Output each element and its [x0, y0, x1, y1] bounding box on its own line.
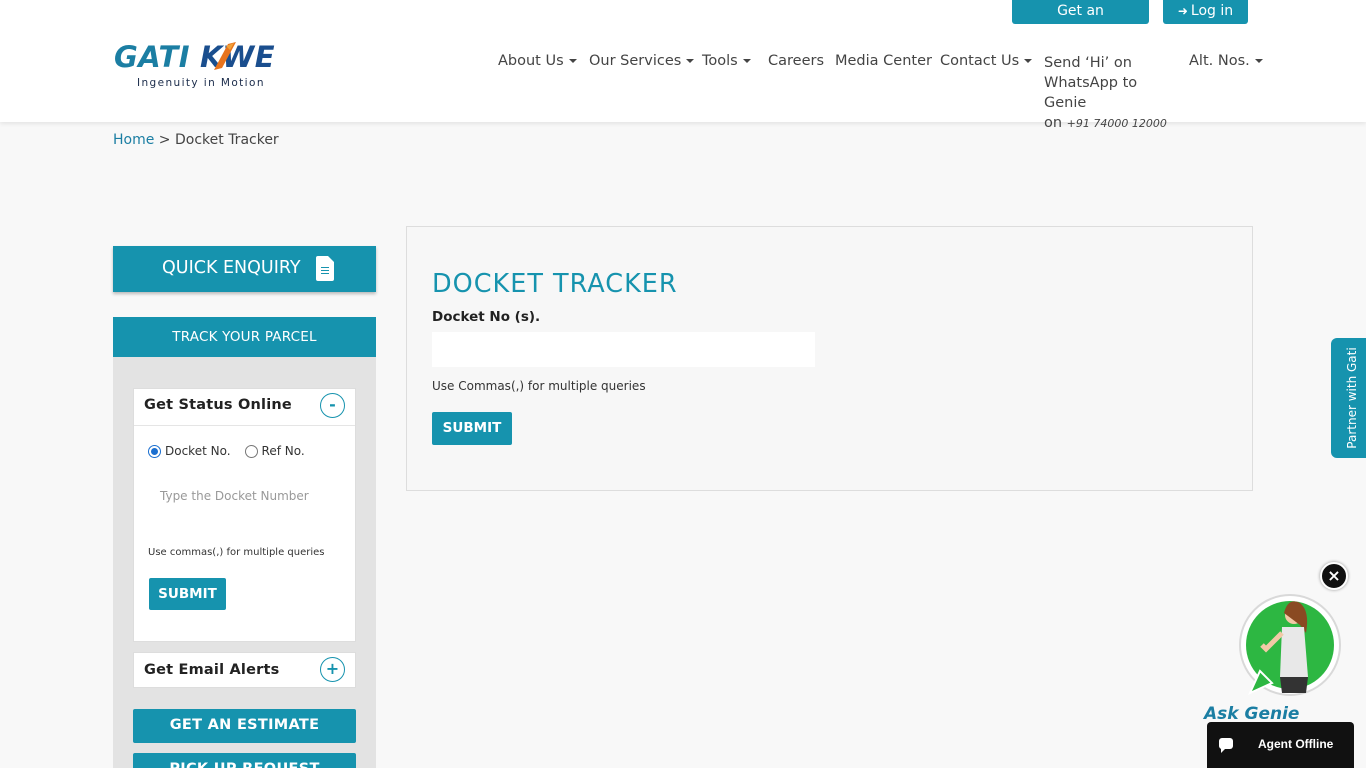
quick-enquiry-button[interactable]: QUICK ENQUIRY: [113, 246, 376, 292]
radio-ref-no[interactable]: [244, 444, 258, 458]
whatsapp-genie-avatar-icon[interactable]: [1236, 593, 1344, 705]
login-button[interactable]: ➜ Log in: [1163, 0, 1248, 24]
breadcrumb-current: Docket Tracker: [174, 132, 279, 148]
docket-no-input[interactable]: [432, 332, 815, 367]
breadcrumb-home-link[interactable]: Home: [113, 132, 154, 148]
docket-submit-button[interactable]: SUBMIT: [432, 412, 512, 445]
whatsapp-on: on: [1044, 115, 1063, 131]
status-title: Get Status Online: [144, 397, 292, 413]
quick-enquiry-label: QUICK ENQUIRY: [162, 258, 301, 278]
docket-tracker-panel: DOCKET TRACKER Docket No (s). Use Commas…: [406, 226, 1253, 491]
radio-ref-label: Ref No.: [261, 444, 305, 458]
close-icon[interactable]: ×: [1320, 562, 1348, 590]
caret-down-icon: [686, 59, 695, 63]
agent-status-label: Agent Offline: [1258, 737, 1334, 751]
caret-down-icon: [742, 59, 751, 63]
caret-down-icon: [1024, 59, 1033, 63]
nav-alt-nos[interactable]: Alt. Nos.: [1189, 53, 1263, 69]
caret-down-icon: [1254, 59, 1263, 63]
get-email-alerts-box[interactable]: Get Email Alerts +: [133, 652, 356, 688]
login-label: Log in: [1190, 3, 1234, 19]
site-header: Get an Estimate ➜ Log in GATI KWE Ingenuit…: [0, 0, 1366, 131]
nav-tools-label: Tools: [702, 53, 738, 69]
logo-swoosh-icon: [214, 42, 236, 70]
radio-docket-no[interactable]: [148, 444, 161, 458]
nav-contact-label: Contact Us: [940, 53, 1020, 69]
nav-media-center[interactable]: Media Center: [835, 53, 932, 69]
live-chat-agent-status[interactable]: Agent Offline: [1207, 722, 1354, 768]
nav-tools[interactable]: Tools: [702, 53, 751, 69]
divider: [134, 425, 355, 426]
gati-kwe-logo[interactable]: GATI KWE Ingenuity in Motion: [114, 40, 299, 92]
multiple-queries-hint: Use Commas(,) for multiple queries: [432, 379, 646, 393]
nav-careers[interactable]: Careers: [768, 53, 824, 69]
collapse-status-button[interactable]: -: [320, 393, 345, 418]
breadcrumb-separator: >: [158, 132, 171, 148]
docket-number-input[interactable]: Type the Docket Number: [148, 482, 343, 510]
partner-tab-label: Partner with Gati: [1345, 347, 1359, 449]
pick-up-request-button[interactable]: PICK UP REQUEST: [133, 753, 356, 768]
logo-tagline: Ingenuity in Motion: [137, 77, 265, 89]
nav-about-label: About Us: [498, 53, 564, 69]
logo-gati-text: GATI: [114, 40, 191, 74]
whatsapp-line-2: WhatsApp to Genie: [1044, 75, 1138, 111]
get-an-estimate-button[interactable]: GET AN ESTIMATE: [133, 709, 356, 743]
nav-alt-nos-label: Alt. Nos.: [1189, 53, 1250, 69]
logo-wordmark: GATI KWE: [114, 40, 275, 74]
partner-with-gati-tab[interactable]: Partner with Gati: [1331, 338, 1366, 458]
chat-bubble-icon: [1219, 738, 1233, 753]
caret-down-icon: [568, 59, 577, 63]
get-status-online-box: Get Status Online - Docket No. Ref No. T…: [133, 388, 356, 642]
page-title: DOCKET TRACKER: [432, 269, 678, 299]
login-icon: ➜: [1177, 4, 1188, 18]
nav-about-us[interactable]: About Us: [498, 53, 577, 69]
whatsapp-line-1: Send ‘Hi’ on: [1044, 55, 1132, 71]
nav-services-label: Our Services: [589, 53, 682, 69]
document-icon: [316, 256, 334, 281]
expand-alerts-button[interactable]: +: [320, 657, 345, 682]
radio-docket-label: Docket No.: [165, 444, 231, 458]
track-parcel-panel: TRACK YOUR PARCEL Get Status Online - Do…: [113, 317, 376, 768]
multiple-queries-hint: Use commas(,) for multiple queries: [148, 547, 325, 558]
nav-contact-us[interactable]: Contact Us: [940, 53, 1033, 69]
alerts-title: Get Email Alerts: [144, 662, 280, 678]
whatsapp-number: +91 74000 12000: [1066, 117, 1167, 130]
breadcrumb: Home > Docket Tracker: [113, 132, 279, 148]
status-submit-button[interactable]: SUBMIT: [149, 578, 226, 610]
ask-genie-label[interactable]: Ask Genie: [1204, 704, 1299, 724]
nav-our-services[interactable]: Our Services: [589, 53, 695, 69]
nav-whatsapp-genie[interactable]: Send ‘Hi’ on WhatsApp to Genie on +91 74…: [1044, 53, 1184, 134]
track-parcel-heading: TRACK YOUR PARCEL: [113, 317, 376, 357]
get-estimate-top-button[interactable]: Get an Estimate: [1012, 0, 1149, 41]
search-type-radio-group: Docket No. Ref No.: [148, 444, 305, 458]
docket-no-label: Docket No (s).: [432, 309, 541, 325]
